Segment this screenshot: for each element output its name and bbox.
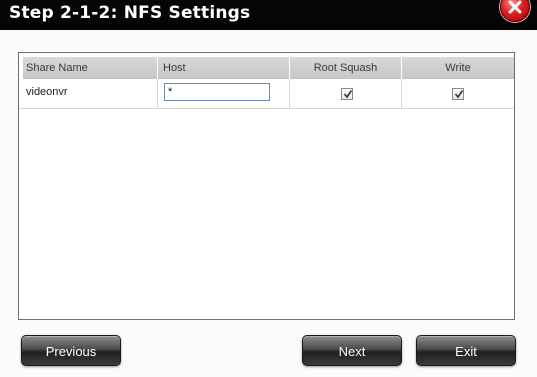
write-checkbox[interactable] bbox=[452, 88, 464, 100]
exit-button[interactable]: Exit bbox=[416, 335, 516, 366]
next-button[interactable]: Next bbox=[302, 335, 402, 366]
table-row: videonvr bbox=[19, 79, 514, 109]
column-header-share-name: Share Name bbox=[23, 57, 158, 79]
column-header-root-squash: Root Squash bbox=[290, 57, 402, 79]
share-name-cell: videonvr bbox=[26, 86, 68, 98]
title-bar: Step 2-1-2: NFS Settings bbox=[0, 0, 537, 30]
close-icon bbox=[508, 0, 522, 14]
checkmark-icon bbox=[343, 90, 353, 99]
host-input[interactable] bbox=[164, 83, 270, 101]
previous-button[interactable]: Previous bbox=[21, 335, 121, 366]
nfs-table: Share Name Host Root Squash Write videon… bbox=[18, 52, 515, 320]
column-header-host: Host bbox=[158, 57, 290, 79]
dialog-title: Step 2-1-2: NFS Settings bbox=[9, 3, 251, 23]
nfs-settings-dialog: Step 2-1-2: NFS Settings Share Name Host… bbox=[0, 0, 537, 377]
close-button[interactable] bbox=[500, 0, 530, 22]
checkmark-icon bbox=[454, 90, 464, 99]
root-squash-checkbox[interactable] bbox=[341, 88, 353, 100]
column-header-write: Write bbox=[402, 57, 514, 79]
